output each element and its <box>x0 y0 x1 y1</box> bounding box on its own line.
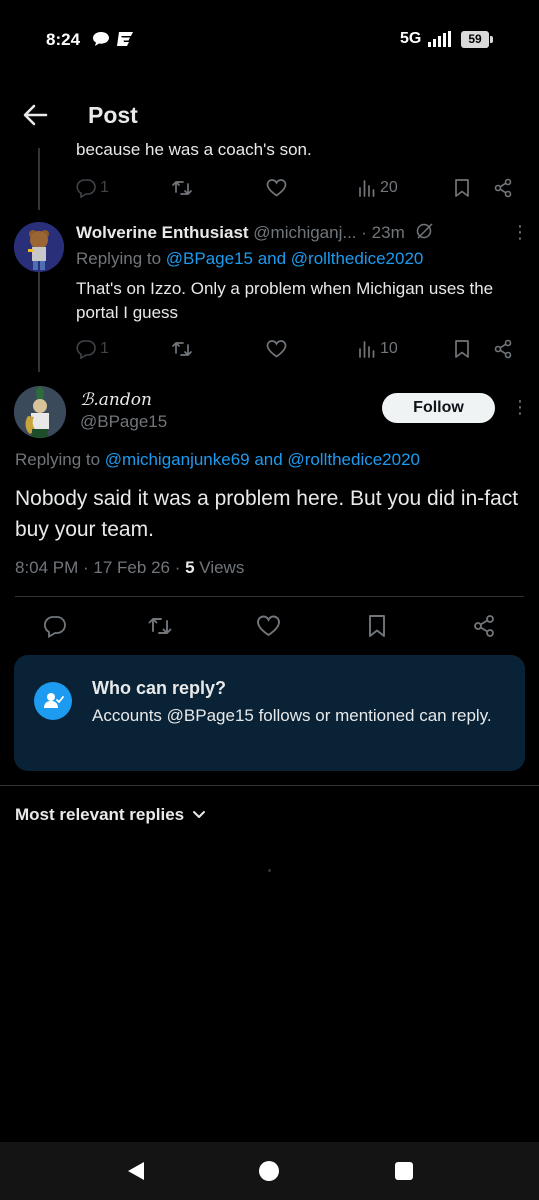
repost-button[interactable] <box>171 175 193 201</box>
bookmark-button[interactable] <box>453 336 471 362</box>
repost-button[interactable] <box>147 613 173 639</box>
network-type: 5G <box>400 30 422 47</box>
back-arrow-icon[interactable] <box>22 102 48 128</box>
parent-actions: 1 20 <box>76 175 516 201</box>
handle[interactable]: @michiganj... <box>253 223 356 242</box>
reply-button[interactable]: 1 <box>76 336 109 362</box>
loading-indicator <box>268 869 271 872</box>
views-button[interactable]: 10 <box>358 336 398 362</box>
nav-back-icon[interactable] <box>126 1161 146 1181</box>
page-title: Post <box>88 102 138 128</box>
more-options-icon[interactable]: ⋮ <box>511 397 529 418</box>
sort-replies-dropdown[interactable]: Most relevant replies <box>15 805 206 825</box>
bookmark-button[interactable] <box>367 613 387 639</box>
repost-icon <box>148 618 172 634</box>
share-button[interactable] <box>472 613 496 639</box>
nav-recents-icon[interactable] <box>395 1162 413 1180</box>
avatar[interactable] <box>14 222 64 272</box>
reply-icon <box>43 616 66 638</box>
repost-icon <box>172 181 192 195</box>
who-can-reply-title: Who can reply? <box>92 678 227 698</box>
spartan-mascot-avatar-icon <box>14 386 66 438</box>
like-button[interactable] <box>256 613 281 639</box>
divider <box>15 596 524 597</box>
chevron-down-icon <box>193 811 206 818</box>
thread-connector <box>38 148 40 210</box>
repost-icon <box>172 342 192 356</box>
reply-actions: 1 10 <box>76 336 516 362</box>
top-bar: Post <box>0 80 539 148</box>
heart-icon <box>266 179 287 197</box>
user-check-icon <box>34 682 72 720</box>
like-button[interactable] <box>266 175 287 201</box>
avatar[interactable] <box>14 386 66 438</box>
reply-count: 1 <box>100 179 109 196</box>
views-count: 10 <box>380 340 398 357</box>
handle[interactable]: @BPage15 <box>80 412 167 432</box>
share-button[interactable] <box>493 175 513 201</box>
app-notification-icon <box>117 32 133 46</box>
post-time: · 23m <box>361 223 405 242</box>
analytics-icon <box>359 180 375 197</box>
views-count: 5 <box>185 558 195 577</box>
status-time: 8:24 <box>46 30 81 49</box>
share-button[interactable] <box>493 336 513 362</box>
bookmark-button[interactable] <box>453 175 471 201</box>
who-can-reply-card: Who can reply? Accounts @BPage15 follows… <box>14 655 525 771</box>
replying-prefix: Replying to <box>76 249 166 268</box>
follow-button[interactable]: Follow <box>382 393 495 423</box>
views-count: 20 <box>380 179 398 196</box>
bookmark-icon <box>455 340 469 358</box>
who-can-reply-text: Accounts @BPage15 follows or mentioned c… <box>92 706 492 725</box>
post-text: That's on Izzo. Only a problem when Mich… <box>76 279 494 322</box>
replying-to-links[interactable]: @BPage15 and @rollthedice2020 <box>166 249 424 268</box>
reply-icon <box>76 340 96 359</box>
like-button[interactable] <box>266 336 287 362</box>
signal-icon <box>428 31 451 47</box>
reply-header: Wolverine Enthusiast @michiganj... · 23m <box>76 222 435 243</box>
post-meta: 8:04 PM · 17 Feb 26 · 5 Views <box>15 558 244 578</box>
reply-button[interactable]: 1 <box>76 175 109 201</box>
battery-icon: 59 <box>461 31 489 48</box>
parent-post-text: because he was a coach's son. <box>76 140 312 159</box>
system-nav-bar <box>0 1142 539 1200</box>
share-icon <box>494 339 512 359</box>
bookmark-icon <box>455 179 469 197</box>
share-icon <box>494 178 512 198</box>
views-button[interactable]: 20 <box>358 175 398 201</box>
post-timestamp[interactable]: 8:04 PM · 17 Feb 26 · <box>15 558 185 577</box>
analytics-icon <box>359 341 375 358</box>
post-actions <box>0 613 539 639</box>
thread-connector <box>38 272 40 372</box>
heart-icon <box>257 615 280 637</box>
battery-tip <box>490 36 493 43</box>
share-icon <box>474 615 494 637</box>
nav-home-icon[interactable] <box>259 1161 279 1181</box>
grok-icon[interactable] <box>415 222 435 240</box>
repost-button[interactable] <box>171 336 193 362</box>
display-name[interactable]: Wolverine Enthusiast <box>76 223 249 242</box>
replying-to-links[interactable]: @michiganjunke69 and @rollthedice2020 <box>105 450 420 469</box>
reply-icon <box>76 179 96 198</box>
heart-icon <box>266 340 287 358</box>
replying-to: Replying to @michiganjunke69 and @rollth… <box>15 450 420 470</box>
post-text: Nobody said it was a problem here. But y… <box>15 487 519 541</box>
bookmark-icon <box>369 615 385 637</box>
reply-button[interactable] <box>43 613 67 639</box>
display-name[interactable]: ℬ.andon <box>80 390 152 410</box>
bear-mascot-avatar-icon <box>14 222 64 272</box>
reply-count: 1 <box>100 340 109 357</box>
replying-to: Replying to @BPage15 and @rollthedice202… <box>76 249 423 269</box>
more-options-icon[interactable]: ⋮ <box>511 222 529 243</box>
status-bar: 8:24 5G 59 <box>0 0 539 80</box>
divider <box>0 785 539 786</box>
replying-prefix: Replying to <box>15 450 105 469</box>
sort-label: Most relevant replies <box>15 805 185 824</box>
views-label: Views <box>194 558 245 577</box>
chat-bubble-icon <box>93 32 109 46</box>
